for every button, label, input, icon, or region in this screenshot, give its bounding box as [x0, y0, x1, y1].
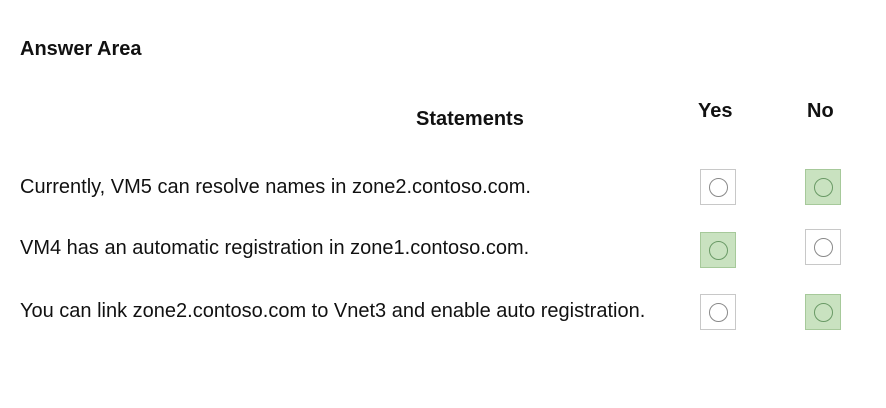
yes-option[interactable] — [700, 169, 736, 205]
statement-row: Currently, VM5 can resolve names in zone… — [0, 168, 886, 208]
no-option[interactable] — [805, 294, 841, 330]
statement-text: You can link zone2.contoso.com to Vnet3 … — [20, 300, 646, 322]
statement-text: Currently, VM5 can resolve names in zone… — [20, 176, 531, 198]
no-column-header: No — [807, 100, 834, 122]
radio-circle-icon — [813, 237, 833, 257]
radio-circle-icon — [708, 302, 728, 322]
yes-option[interactable] — [700, 232, 736, 268]
no-option[interactable] — [805, 229, 841, 265]
radio-circle-icon — [708, 177, 728, 197]
no-option[interactable] — [805, 169, 841, 205]
statements-column-header: Statements — [416, 108, 524, 130]
statement-row: VM4 has an automatic registration in zon… — [0, 229, 886, 269]
radio-circle-icon — [813, 177, 833, 197]
statement-text: VM4 has an automatic registration in zon… — [20, 237, 530, 259]
radio-circle-icon — [708, 240, 728, 260]
statement-row: You can link zone2.contoso.com to Vnet3 … — [0, 292, 886, 332]
yes-option[interactable] — [700, 294, 736, 330]
answer-area-title: Answer Area — [20, 38, 142, 60]
radio-circle-icon — [813, 302, 833, 322]
yes-column-header: Yes — [698, 100, 733, 122]
